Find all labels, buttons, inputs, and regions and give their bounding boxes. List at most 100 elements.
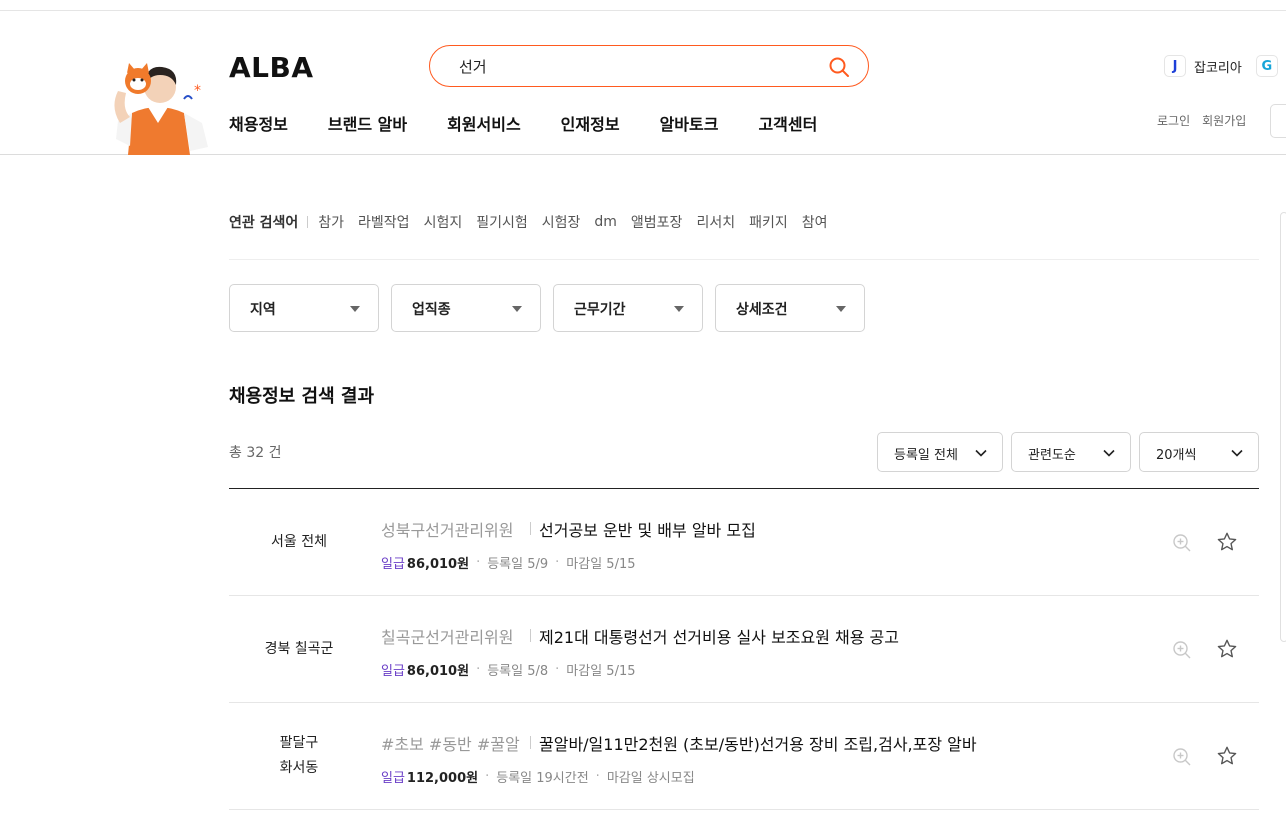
zoom-in-icon[interactable] bbox=[1172, 533, 1192, 553]
pay-type: 일급 bbox=[381, 664, 405, 679]
job-location: 팔달구 화서동 bbox=[229, 731, 369, 781]
pay-amount: 86,010원 bbox=[406, 664, 470, 679]
filter-region[interactable]: 지역 bbox=[229, 284, 379, 332]
search-box bbox=[429, 45, 869, 87]
job-title[interactable]: 제21대 대통령선거 선거비용 실사 보조요원 채용 공고 bbox=[539, 624, 899, 648]
dropdown-triangle-icon bbox=[674, 306, 684, 312]
nav-item-talent[interactable]: 인재정보 bbox=[561, 111, 620, 135]
filter-job-type[interactable]: 업직종 bbox=[391, 284, 541, 332]
registered-date: 등록일 5/9 bbox=[487, 557, 549, 572]
zoom-in-icon[interactable] bbox=[1172, 747, 1192, 767]
job-company[interactable]: 칠곡군선거관리위원 bbox=[381, 624, 513, 648]
related-keyword[interactable]: 리서치 bbox=[696, 212, 735, 232]
divider bbox=[307, 216, 309, 228]
registered-date: 등록일 5/8 bbox=[487, 664, 549, 679]
job-list-item[interactable]: 경북 칠곡군 칠곡군선거관리위원 제21대 대통령선거 선거비용 실사 보조요원… bbox=[229, 596, 1259, 703]
related-keyword[interactable]: 참여 bbox=[802, 212, 828, 232]
registered-date: 등록일 19시간전 bbox=[496, 771, 589, 786]
dropdown-triangle-icon bbox=[836, 306, 846, 312]
star-icon[interactable] bbox=[1216, 531, 1238, 553]
related-keywords-title: 연관 검색어 bbox=[229, 215, 299, 231]
filter-work-period[interactable]: 근무기간 bbox=[553, 284, 703, 332]
sort-order-select[interactable]: 관련도순 bbox=[1011, 432, 1131, 472]
filter-label: 업직종 bbox=[412, 302, 451, 318]
related-keyword[interactable]: dm bbox=[594, 214, 617, 230]
site-header: * ALBA 채용정보 브랜드 알바 회원서비스 인재정보 알바토크 고객센터 … bbox=[0, 11, 1286, 155]
related-keywords: 연관 검색어 참가 라벨작업 시험지 필기시험 시험장 dm 앨범포장 리서치 … bbox=[229, 212, 842, 232]
related-keyword[interactable]: 필기시험 bbox=[476, 212, 528, 232]
deadline: 마감일 상시모집 bbox=[606, 771, 695, 786]
divider bbox=[530, 629, 531, 642]
related-keyword[interactable]: 참가 bbox=[318, 212, 344, 232]
filter-label: 근무기간 bbox=[574, 302, 626, 318]
util-button[interactable] bbox=[1270, 104, 1286, 138]
separator-dot: · bbox=[555, 555, 560, 570]
related-keyword[interactable]: 라벨작업 bbox=[358, 212, 410, 232]
job-location-line: 경북 칠곡군 bbox=[264, 641, 334, 657]
main-nav: 채용정보 브랜드 알바 회원서비스 인재정보 알바토크 고객센터 bbox=[229, 111, 857, 135]
mascot-banner-image[interactable]: * bbox=[98, 51, 220, 155]
job-title[interactable]: 꿀알바/일11만2천원 (초보/동반)선거용 장비 조립,검사,포장 알바 bbox=[539, 731, 977, 755]
dropdown-triangle-icon bbox=[512, 306, 522, 312]
job-location: 경북 칠곡군 bbox=[229, 637, 369, 662]
filter-label: 지역 bbox=[250, 302, 276, 318]
login-link[interactable]: 로그인 bbox=[1157, 112, 1190, 129]
signup-link[interactable]: 회원가입 bbox=[1202, 112, 1246, 129]
job-list-item[interactable]: 서울 전체 성북구선거관리위원 선거공보 운반 및 배부 알바 모집 일급 86… bbox=[229, 489, 1259, 596]
pay-amount: 86,010원 bbox=[406, 557, 470, 572]
sort-date-label: 등록일 전체 bbox=[894, 448, 958, 463]
nav-item-albatalk[interactable]: 알바토크 bbox=[660, 111, 719, 135]
family-site-g-icon[interactable]: G bbox=[1255, 55, 1278, 77]
per-page-select[interactable]: 20개씩 bbox=[1139, 432, 1259, 472]
sort-controls: 등록일 전체 관련도순 20개씩 bbox=[877, 432, 1259, 472]
related-keyword[interactable]: 시험지 bbox=[424, 212, 463, 232]
separator-dot: · bbox=[555, 662, 560, 677]
results-total: 총 32 건 bbox=[229, 445, 282, 461]
svg-text:*: * bbox=[194, 83, 201, 99]
job-company[interactable]: #초보 #동반 #꿀알 bbox=[381, 731, 520, 755]
search-input[interactable] bbox=[459, 55, 819, 77]
jobkorea-icon[interactable]: J bbox=[1164, 55, 1186, 77]
section-divider bbox=[229, 259, 1259, 260]
star-icon[interactable] bbox=[1216, 638, 1238, 660]
chevron-down-icon bbox=[1103, 449, 1115, 457]
nav-item-member-service[interactable]: 회원서비스 bbox=[447, 111, 521, 135]
side-panel-edge bbox=[1280, 212, 1286, 642]
separator-dot: · bbox=[476, 662, 481, 677]
job-company[interactable]: 성북구선거관리위원 bbox=[381, 517, 513, 541]
job-meta: 일급 112,000원 · 등록일 19시간전 · 마감일 상시모집 bbox=[381, 767, 695, 786]
pay-type: 일급 bbox=[381, 557, 405, 572]
filter-bar: 지역 업직종 근무기간 상세조건 bbox=[229, 284, 865, 332]
nav-item-customer-center[interactable]: 고객센터 bbox=[758, 111, 817, 135]
divider bbox=[530, 736, 531, 749]
job-list-item[interactable]: 팔달구 화서동 #초보 #동반 #꿀알 꿀알바/일11만2천원 (초보/동반)선… bbox=[229, 703, 1259, 810]
job-title[interactable]: 선거공보 운반 및 배부 알바 모집 bbox=[539, 517, 756, 541]
separator-dot: · bbox=[485, 769, 490, 784]
results-title: 채용정보 검색 결과 bbox=[229, 386, 375, 407]
job-location-line: 화서동 bbox=[279, 760, 319, 776]
chevron-down-icon bbox=[1231, 449, 1243, 457]
sort-date-select[interactable]: 등록일 전체 bbox=[877, 432, 1003, 472]
family-sites: J 잡코리아 G bbox=[1164, 55, 1278, 77]
job-location-line: 서울 전체 bbox=[271, 534, 327, 550]
star-icon[interactable] bbox=[1216, 745, 1238, 767]
family-site-jobkorea[interactable]: 잡코리아 bbox=[1194, 57, 1242, 76]
zoom-in-icon[interactable] bbox=[1172, 640, 1192, 660]
filter-detail[interactable]: 상세조건 bbox=[715, 284, 865, 332]
job-location: 서울 전체 bbox=[229, 530, 369, 555]
sort-order-label: 관련도순 bbox=[1028, 448, 1076, 463]
search-icon[interactable] bbox=[828, 56, 850, 78]
dropdown-triangle-icon bbox=[350, 306, 360, 312]
pay-type: 일급 bbox=[381, 771, 405, 786]
related-keyword[interactable]: 앨범포장 bbox=[631, 212, 683, 232]
nav-item-brand[interactable]: 브랜드 알바 bbox=[328, 111, 407, 135]
util-links: 로그인 회원가입 bbox=[1157, 112, 1246, 129]
related-keyword[interactable]: 패키지 bbox=[749, 212, 788, 232]
site-logo[interactable]: ALBA bbox=[229, 51, 314, 84]
nav-item-recruit[interactable]: 채용정보 bbox=[229, 111, 288, 135]
separator-dot: · bbox=[476, 555, 481, 570]
per-page-label: 20개씩 bbox=[1156, 448, 1197, 463]
filter-label: 상세조건 bbox=[736, 302, 788, 318]
deadline: 마감일 5/15 bbox=[566, 557, 636, 572]
related-keyword[interactable]: 시험장 bbox=[542, 212, 581, 232]
